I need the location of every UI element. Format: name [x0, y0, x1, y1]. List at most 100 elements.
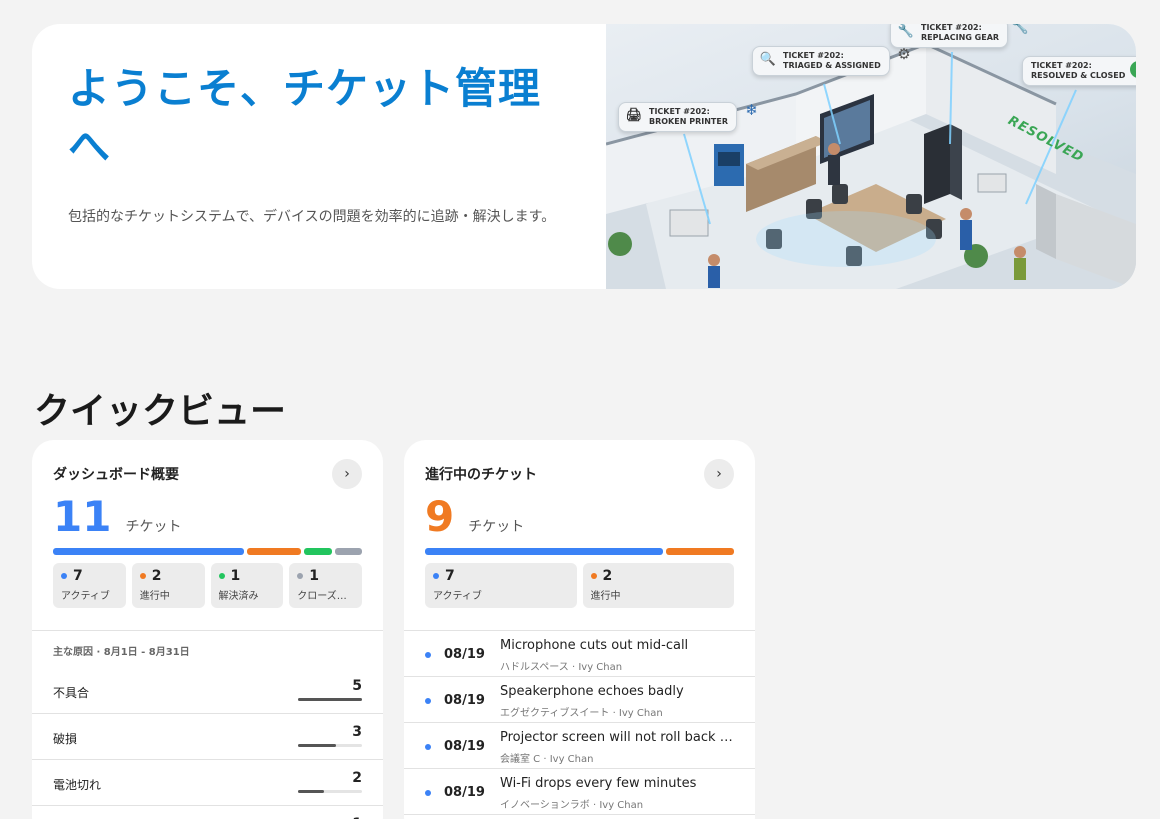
- pill-active[interactable]: 7 アクティブ: [53, 563, 126, 608]
- cause-row[interactable]: 破損 3: [32, 714, 383, 760]
- status-dot: [61, 573, 67, 579]
- ticket-title: Projector screen will not roll back up: [500, 730, 736, 745]
- card-title: 進行中のチケット: [425, 467, 537, 483]
- total-row: 11 チケット: [53, 494, 362, 540]
- ticket-date: 08/19: [444, 785, 485, 800]
- bubble-line1: TICKET #202:: [649, 107, 710, 116]
- dashboard-bar-segment-3: [334, 548, 362, 555]
- ticket-title: Speakerphone echoes badly: [500, 684, 684, 699]
- bubble-line1: TICKET #202:: [1031, 61, 1092, 70]
- total-row: 9 チケット: [425, 494, 734, 540]
- in-progress-bar-segment-0: [425, 548, 663, 555]
- ticket-title: Microphone cuts out mid-call: [500, 638, 689, 653]
- pill-label: 進行中: [590, 591, 621, 602]
- pill-label: アクティブ: [433, 591, 482, 602]
- ticket-row[interactable]: 08/19 Speakerphone echoes badly エグゼクティブス…: [404, 677, 755, 723]
- pill-count: 2: [602, 568, 613, 584]
- card-header: 進行中のチケット › 9 チケット 7 アクティブ 2 進行中: [404, 440, 755, 630]
- in-progress-tickets-card[interactable]: 進行中のチケット › 9 チケット 7 アクティブ 2 進行中 08/19 Mi…: [404, 440, 755, 819]
- status-dot: [590, 573, 597, 579]
- card-title: ダッシュボード概要: [53, 467, 179, 483]
- magnifier-icon: 🔍: [759, 52, 777, 67]
- open-in-progress-button[interactable]: ›: [704, 459, 734, 489]
- card-header: ダッシュボード概要 › 11 チケット 7 アクティブ 2 進行中 1 解決済み…: [32, 440, 383, 630]
- ticket-title: Wi-Fi drops every few minutes: [500, 776, 697, 791]
- in-progress-bar-segment-1: [666, 548, 734, 555]
- causes-header: 主な原因 · 8月1日 - 8月31日: [53, 647, 190, 658]
- bubble-line2: REPLACING GEAR: [921, 33, 1000, 42]
- cause-bar-track: [298, 698, 362, 701]
- wrench-icon: 🔧: [897, 24, 915, 39]
- bubble-line2: TRIAGED & ASSIGNED: [783, 61, 881, 70]
- gear-icon: ⚙: [897, 45, 911, 63]
- pill-closed[interactable]: 1 クローズ済み: [289, 563, 362, 608]
- status-stacked-bar: [53, 548, 362, 555]
- total-count: 9: [425, 492, 455, 541]
- pill-label: 進行中: [139, 591, 170, 602]
- status-stacked-bar: [425, 548, 734, 555]
- quick-view-title: クイックビュー: [34, 391, 287, 432]
- ticket-subtitle: 会議室 C · Ivy Chan: [500, 754, 594, 765]
- ticket-row[interactable]: 08/19 Wi-Fi drops every few minutes イノベー…: [404, 769, 755, 815]
- cause-name: 電池切れ: [53, 778, 102, 792]
- dashboard-bar-segment-1: [246, 548, 302, 555]
- ticket-row[interactable]: 08/19 Microphone cuts out mid-call ハドルスペ…: [404, 631, 755, 677]
- status-pills: 7 アクティブ 2 進行中 1 解決済み 1 クローズ済み: [53, 563, 362, 608]
- total-unit: チケット: [468, 519, 525, 535]
- open-dashboard-button[interactable]: ›: [332, 459, 362, 489]
- pill-count: 7: [73, 568, 83, 584]
- wrench-icon: 🔧: [1010, 24, 1030, 35]
- pill-count: 7: [445, 568, 455, 584]
- cause-bar-fill: [298, 790, 324, 793]
- ticket-subtitle: イノベーションラボ · Ivy Chan: [500, 800, 644, 811]
- chevron-right-icon: ›: [716, 466, 722, 482]
- status-dot: [297, 573, 304, 579]
- hero-title-line2: へ: [68, 122, 112, 171]
- pill-resolved[interactable]: 1 解決済み: [210, 563, 284, 608]
- printer-icon: 🖨: [625, 108, 643, 123]
- dashboard-bar-segment-0: [53, 548, 244, 555]
- causes-list: 不具合 5 破損 3 電池切れ 2 1: [32, 668, 383, 819]
- hero-title-line1: ようこそ、チケット管理: [68, 64, 542, 113]
- chevron-right-icon: ›: [344, 466, 350, 482]
- check-circle-icon: ✓: [1130, 61, 1136, 78]
- hero-title: ようこそ、チケット管理 へ: [68, 60, 570, 176]
- dashboard-overview-card[interactable]: ダッシュボード概要 › 11 チケット 7 アクティブ 2 進行中 1 解決済み…: [32, 440, 383, 819]
- pill-count: 1: [230, 568, 241, 584]
- cause-bar-track: [298, 790, 362, 793]
- pill-in-progress[interactable]: 2 進行中: [582, 563, 734, 608]
- status-dot: [425, 790, 431, 796]
- ticket-date: 08/19: [444, 693, 485, 708]
- ticket-bubble-triaged: 🔍 TICKET #202: TRIAGED & ASSIGNED ⚙: [752, 46, 911, 76]
- ticket-list: 08/19 Microphone cuts out mid-call ハドルスペ…: [404, 631, 755, 815]
- ticket-row[interactable]: 08/19 Projector screen will not roll bac…: [404, 723, 755, 769]
- status-dot: [425, 744, 431, 750]
- pill-in-progress[interactable]: 2 進行中: [131, 563, 205, 608]
- ticket-date: 08/19: [444, 739, 485, 754]
- cause-row[interactable]: 電池切れ 2: [32, 760, 383, 806]
- pill-count: 2: [151, 568, 162, 584]
- cause-name: 破損: [53, 732, 78, 746]
- pill-count: 1: [309, 568, 319, 584]
- status-dot: [425, 698, 431, 704]
- total-count: 11: [53, 492, 112, 541]
- status-dot: [139, 573, 146, 579]
- pill-label: 解決済み: [218, 591, 259, 602]
- pill-active[interactable]: 7 アクティブ: [425, 563, 577, 608]
- dashboard-bar-segment-2: [304, 548, 332, 555]
- snowflake-icon: ❄: [745, 101, 758, 119]
- status-dot: [218, 573, 225, 579]
- total-unit: チケット: [125, 519, 182, 535]
- welcome-hero: ようこそ、チケット管理 へ 包括的なチケットシステムで、デバイスの問題を効率的に…: [32, 24, 1136, 289]
- ticket-bubble-replacing-gear: 🔧 TICKET #202: REPLACING GEAR 🔧: [890, 24, 1029, 48]
- hero-description: 包括的なチケットシステムで、デバイスの問題を効率的に追跡・解決します。: [68, 209, 556, 225]
- bubble-line1: TICKET #202:: [921, 24, 982, 32]
- cause-row[interactable]: 1: [32, 806, 383, 819]
- ticket-bubble-broken-printer: 🖨 TICKET #202: BROKEN PRINTER ❄: [618, 102, 758, 132]
- ticket-subtitle: ハドルスペース · Ivy Chan: [500, 662, 623, 673]
- status-dot: [433, 573, 439, 579]
- pill-label: アクティブ: [61, 591, 110, 602]
- bubble-line1: TICKET #202:: [783, 51, 844, 60]
- cause-row[interactable]: 不具合 5: [32, 668, 383, 714]
- bubble-line2: BROKEN PRINTER: [649, 117, 728, 126]
